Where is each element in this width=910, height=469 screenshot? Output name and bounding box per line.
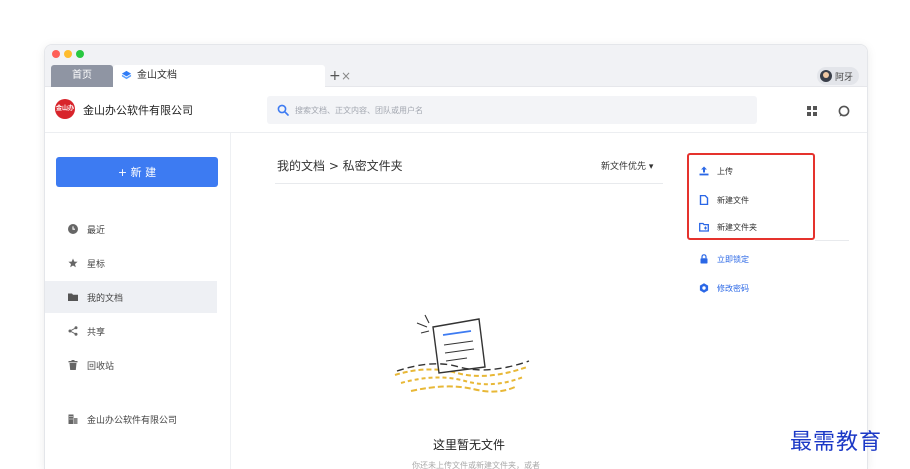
- divider: [815, 240, 849, 241]
- app-window: 首页 金山文档 × + 阿牙 金山办公 金山办公软件有限公司 搜索文档、正文内容…: [44, 44, 868, 469]
- sidebar-item-label: 最近: [87, 225, 106, 236]
- sidebar: + 新 建 最近 星标 我的文档 共享 回收站 金山办公软件有限公司: [45, 133, 231, 469]
- lock-label: 立即锁定: [717, 254, 749, 264]
- file-icon: [699, 195, 709, 205]
- lock-button[interactable]: 立即锁定: [699, 251, 749, 267]
- search-bar[interactable]: [267, 96, 757, 124]
- search-input[interactable]: [295, 96, 745, 124]
- sidebar-item-organization[interactable]: 金山办公软件有限公司: [45, 403, 217, 435]
- empty-state-title: 这里暂无文件: [433, 438, 506, 452]
- minimize-window-button[interactable]: [64, 50, 72, 58]
- divider: [275, 183, 663, 184]
- kdocs-icon: [121, 70, 132, 80]
- user-name: 阿牙: [834, 72, 853, 83]
- avatar: [819, 70, 832, 82]
- message-icon[interactable]: [838, 105, 850, 117]
- new-file-label: 新建文件: [717, 195, 749, 205]
- settings-icon: [699, 283, 709, 293]
- tab-kdocs[interactable]: 金山文档 ×: [113, 65, 351, 87]
- window-controls: [52, 50, 84, 58]
- company-name: 金山办公软件有限公司: [83, 104, 193, 117]
- new-folder-label: 新建文件夹: [717, 222, 757, 232]
- empty-folder-illustration: [394, 314, 530, 393]
- main-content: 我的文档 > 私密文件夹 新文件优先 ▾ 这里暂无文件 你还未上传文件或新建文件…: [237, 133, 677, 469]
- close-tab-icon[interactable]: ×: [341, 65, 351, 87]
- upload-button[interactable]: 上传: [699, 163, 733, 179]
- maximize-window-button[interactable]: [76, 50, 84, 58]
- tab-label: 金山文档: [137, 70, 177, 81]
- search-icon: [277, 104, 289, 116]
- folder-add-icon: [699, 222, 709, 232]
- upload-icon: [699, 166, 709, 176]
- new-button[interactable]: + 新 建: [56, 157, 218, 187]
- close-window-button[interactable]: [52, 50, 60, 58]
- sidebar-item-label: 回收站: [87, 361, 115, 372]
- new-tab-button[interactable]: +: [329, 65, 341, 87]
- new-folder-button[interactable]: 新建文件夹: [699, 219, 757, 235]
- company-logo: 金山办公: [55, 99, 75, 132]
- sidebar-item-label: 我的文档: [87, 293, 124, 304]
- sidebar-item-recent[interactable]: 最近: [45, 213, 217, 245]
- browser-titlebar: 首页 金山文档 × + 阿牙: [45, 45, 867, 87]
- sidebar-item-label: 金山办公软件有限公司: [87, 415, 178, 426]
- sidebar-item-trash[interactable]: 回收站: [45, 349, 217, 381]
- apps-grid-icon[interactable]: [807, 106, 817, 116]
- breadcrumb[interactable]: 我的文档 > 私密文件夹: [277, 157, 403, 174]
- sidebar-item-shared[interactable]: 共享: [45, 315, 217, 347]
- building-icon: [68, 414, 78, 424]
- sidebar-item-my-docs[interactable]: 我的文档: [45, 281, 217, 313]
- sidebar-item-label: 共享: [87, 327, 106, 338]
- sort-dropdown[interactable]: 新文件优先 ▾: [601, 159, 653, 172]
- trash-icon: [68, 360, 78, 370]
- clock-icon: [68, 224, 78, 234]
- empty-state-subtitle: 你还未上传文件或新建文件夹，或者: [412, 461, 540, 469]
- change-password-button[interactable]: 修改密码: [699, 280, 749, 296]
- change-password-label: 修改密码: [717, 283, 749, 293]
- folder-icon: [68, 293, 78, 301]
- sidebar-item-label: 星标: [87, 259, 106, 270]
- lock-icon: [700, 254, 708, 264]
- user-menu[interactable]: 阿牙: [816, 67, 859, 85]
- app-header: 金山办公 金山办公软件有限公司: [45, 87, 867, 133]
- watermark-logo: 最需教育: [790, 430, 883, 455]
- upload-label: 上传: [717, 166, 733, 176]
- tab-home[interactable]: 首页: [51, 65, 113, 87]
- sidebar-item-starred[interactable]: 星标: [45, 247, 217, 279]
- new-file-button[interactable]: 新建文件: [699, 192, 749, 208]
- star-icon: [68, 258, 78, 268]
- share-icon: [68, 326, 78, 336]
